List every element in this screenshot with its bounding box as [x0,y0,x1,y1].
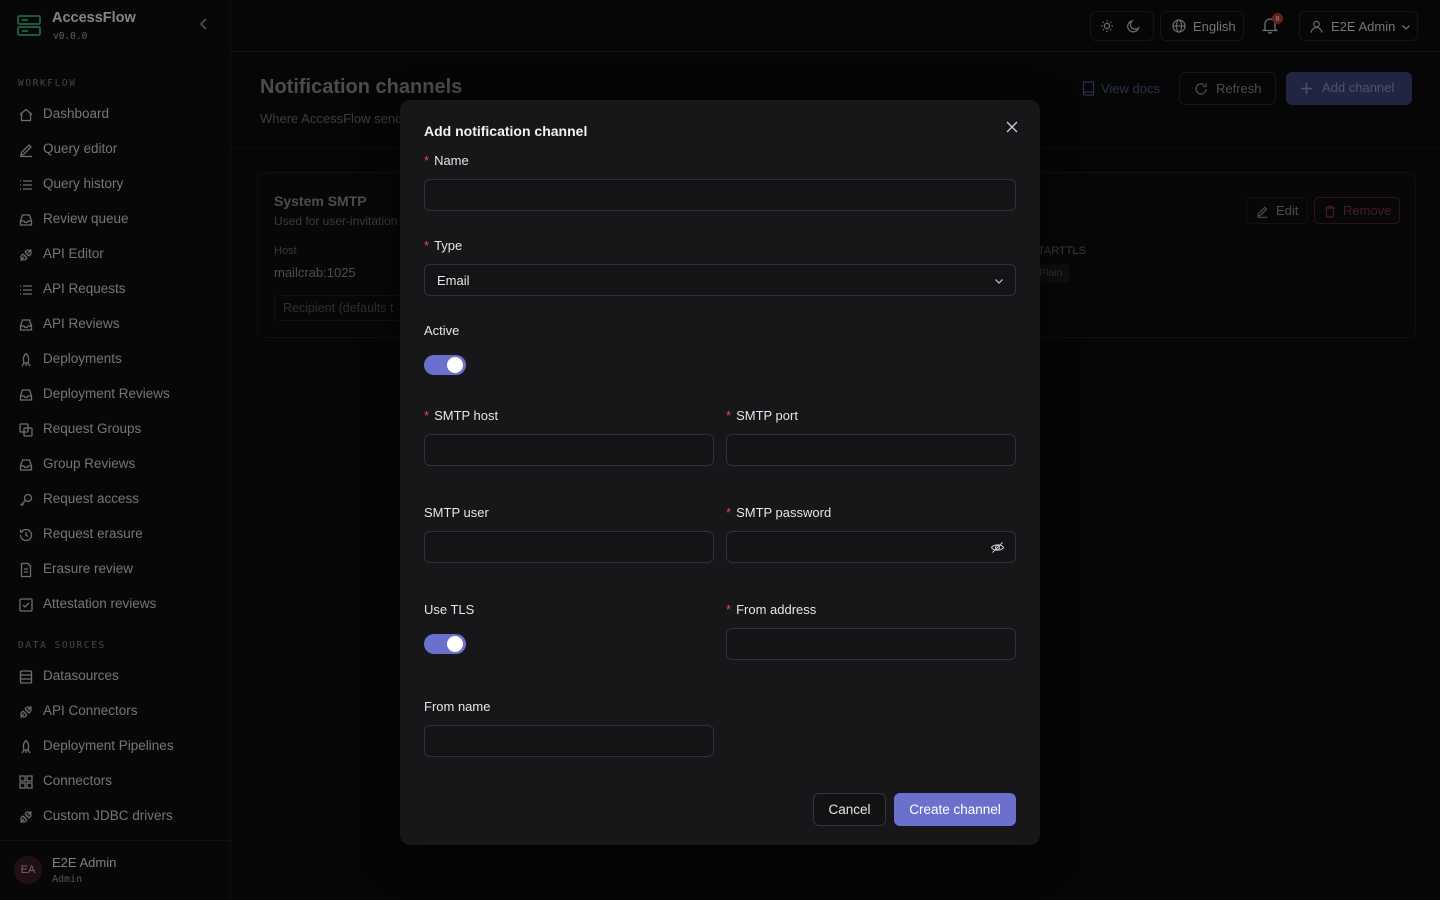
add-channel-modal: Add notification channel * Name * Type Ema… [400,100,1040,845]
required-marker: * [424,153,430,168]
smtp-port-input[interactable] [726,434,1016,466]
toggle-knob [447,357,463,373]
smtp-host-label-text: SMTP host [434,408,499,423]
active-toggle[interactable] [424,355,466,375]
cancel-button[interactable]: Cancel [813,793,886,826]
active-label: Active [424,323,460,338]
type-label-text: Type [434,238,463,253]
required-marker: * [424,238,430,253]
from-name-input[interactable] [424,725,714,757]
name-label-text: Name [434,153,469,168]
smtp-user-label: SMTP user [424,505,489,520]
smtp-port-label: * SMTP port [726,408,798,423]
smtp-host-input[interactable] [424,434,714,466]
modal-title: Add notification channel [424,123,588,139]
smtp-host-label: * SMTP host [424,408,498,423]
smtp-password-input[interactable] [726,531,1016,563]
required-marker: * [726,408,732,423]
from-name-label: From name [424,699,491,714]
name-label: * Name [424,153,469,168]
type-select[interactable]: Email [424,264,1016,296]
eye-off-icon[interactable] [990,540,1005,555]
from-address-label: * From address [726,602,816,617]
required-marker: * [726,602,732,617]
chevron-down-icon [995,279,1003,284]
smtp-password-label-text: SMTP password [736,505,832,520]
use-tls-toggle[interactable] [424,634,466,654]
toggle-knob [447,636,463,652]
name-input[interactable] [424,179,1016,211]
type-label: * Type [424,238,462,253]
smtp-password-label: * SMTP password [726,505,831,520]
smtp-port-label-text: SMTP port [736,408,798,423]
close-icon[interactable] [1004,119,1020,135]
smtp-user-input[interactable] [424,531,714,563]
type-select-value: Email [437,273,470,288]
from-address-label-text: From address [736,602,817,617]
use-tls-label: Use TLS [424,602,475,617]
required-marker: * [726,505,732,520]
required-marker: * [424,408,430,423]
from-address-input[interactable] [726,628,1016,660]
create-channel-button[interactable]: Create channel [894,793,1016,826]
